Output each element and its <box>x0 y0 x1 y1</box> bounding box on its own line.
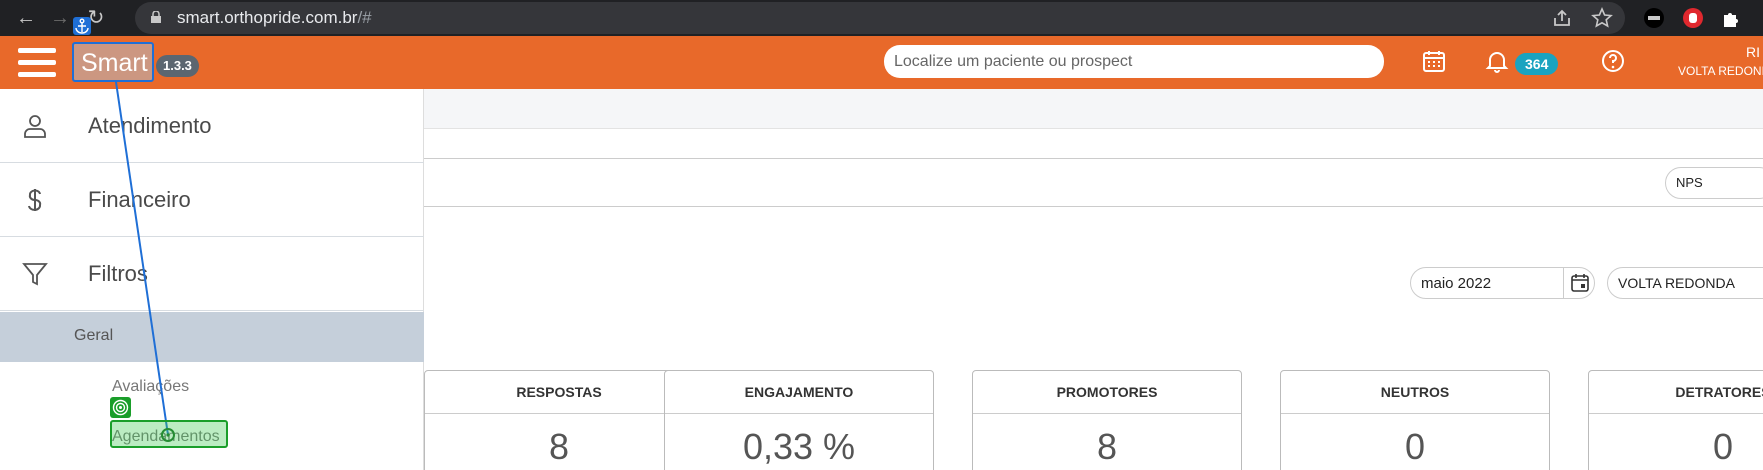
kpi-value: 8 <box>548 426 570 467</box>
period-calendar-button[interactable] <box>1563 268 1595 298</box>
sidebar-menu: Atendimento Financeiro Filtros Geral Ava… <box>0 89 424 470</box>
url-path: /# <box>357 8 372 27</box>
kpi-value: 0,33 % <box>742 426 856 467</box>
ads-extension-icon[interactable] <box>1642 6 1666 30</box>
lock-icon <box>151 11 161 23</box>
help-icon[interactable] <box>1600 48 1626 74</box>
dollar-icon <box>28 189 42 211</box>
sub-header-bar <box>424 89 1763 129</box>
sidebar-subitem-avaliacoes[interactable]: Avaliações <box>112 378 189 396</box>
user-unit-label: VOLTA REDONDA <box>1678 64 1763 78</box>
sidebar-item-filtros[interactable]: Filtros <box>0 237 424 311</box>
share-icon[interactable] <box>1550 6 1574 30</box>
kpi-label: PROMOTORES <box>973 371 1241 414</box>
sidebar-section-label: Geral <box>74 327 114 344</box>
report-type-select[interactable]: NPS <box>1665 167 1763 199</box>
notification-bell-icon[interactable] <box>1484 48 1510 74</box>
extensions-puzzle-icon[interactable] <box>1720 6 1744 30</box>
date-picker-icon <box>1571 274 1589 292</box>
user-icon <box>24 115 46 138</box>
address-bar[interactable]: smart.orthopride.com.br/# <box>135 2 1625 34</box>
kpi-label: ENGAJAMENTO <box>665 371 933 414</box>
sidebar-section-geral[interactable]: Geral <box>0 312 424 362</box>
calendar-icon[interactable] <box>1421 48 1447 74</box>
filter-icon <box>22 263 48 286</box>
kpi-card-engajamento: ENGAJAMENTO 0,33 % <box>664 370 934 470</box>
sidebar-item-atendimento[interactable]: Atendimento <box>0 89 424 163</box>
brand-logo[interactable]: Smart <box>72 42 154 82</box>
report-filter-bar <box>424 158 1763 207</box>
notification-count-badge: 364 <box>1515 53 1559 75</box>
kpi-label: DETRATORES <box>1589 371 1763 414</box>
kpi-label: RESPOSTAS <box>425 371 693 414</box>
page: ← → ↻ smart.orthopride.com.br/# Smart 1.… <box>0 0 1763 470</box>
brand-text: Smart <box>81 49 148 77</box>
app-header: Smart 1.3.3 364 RI VOLTA REDONDA <box>0 36 1763 89</box>
unit-select[interactable]: VOLTA REDONDA <box>1607 267 1763 299</box>
drop-target-highlight <box>110 420 228 448</box>
version-badge: 1.3.3 <box>156 55 199 77</box>
sidebar-item-financeiro[interactable]: Financeiro <box>0 163 424 237</box>
sidebar-item-label: Financeiro <box>88 187 191 212</box>
sidebar-item-label: Atendimento <box>88 113 212 138</box>
browser-chrome: ← → ↻ smart.orthopride.com.br/# <box>0 0 1763 36</box>
menu-hamburger-icon[interactable] <box>18 48 56 80</box>
target-icon <box>110 397 131 418</box>
url-text: smart.orthopride.com.br/# <box>177 8 372 28</box>
period-date-input[interactable]: maio 2022 <box>1410 267 1595 299</box>
kpi-label: NEUTROS <box>1281 371 1549 414</box>
period-value: maio 2022 <box>1421 275 1492 292</box>
anchor-icon <box>73 17 91 35</box>
kpi-card-neutros: NEUTROS 0 <box>1280 370 1550 470</box>
kpi-value: 8 <box>1096 426 1118 467</box>
kpi-value: 0 <box>1712 426 1734 467</box>
kpi-card-promotores: PROMOTORES 8 <box>972 370 1242 470</box>
forward-icon[interactable]: → <box>48 6 72 30</box>
sidebar-item-label: Filtros <box>88 261 148 286</box>
kpi-value: 0 <box>1404 426 1426 467</box>
bookmark-star-icon[interactable] <box>1590 6 1614 30</box>
user-initials[interactable]: RI <box>1746 44 1760 60</box>
kpi-card-detratores: DETRATORES 0 <box>1588 370 1763 470</box>
kpi-card-respostas: RESPOSTAS 8 <box>424 370 694 470</box>
back-icon[interactable]: ← <box>14 6 38 30</box>
adblock-extension-icon[interactable] <box>1681 6 1705 30</box>
patient-search-input[interactable] <box>884 45 1384 78</box>
url-host: smart.orthopride.com.br <box>177 8 358 27</box>
